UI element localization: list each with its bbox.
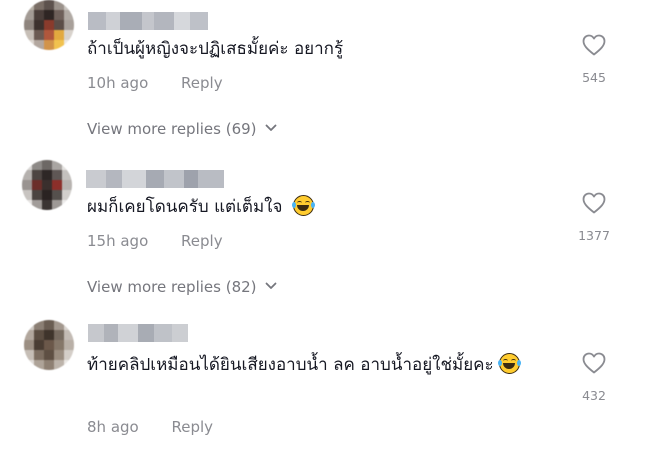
view-more-replies-button[interactable]: View more replies (69) xyxy=(87,120,277,138)
like-button[interactable]: 432 xyxy=(570,352,618,403)
comment-meta: 8h ago Reply xyxy=(87,418,213,436)
avatar[interactable] xyxy=(24,0,74,50)
comment-text: ถ้าเป็นผู้หญิงจะปฏิเสธมั้ยค่ะ อยากรู้ xyxy=(87,34,343,64)
like-count: 545 xyxy=(582,70,606,85)
comment-text: ผมก็เคยโดนครับ แต่เต็มใจ xyxy=(87,192,315,222)
chevron-down-icon[interactable] xyxy=(265,282,277,290)
face-with-tears-of-joy-emoji xyxy=(291,195,315,216)
reply-button[interactable]: Reply xyxy=(181,74,223,92)
heart-outline-icon[interactable] xyxy=(582,192,606,214)
face-with-tears-of-joy-emoji xyxy=(498,353,522,374)
avatar[interactable] xyxy=(24,320,74,370)
like-count: 432 xyxy=(582,388,606,403)
comment-meta: 10h ago Reply xyxy=(87,74,223,92)
view-more-replies-button[interactable]: View more replies (82) xyxy=(87,278,277,296)
username-blurred[interactable] xyxy=(88,12,208,30)
username-blurred[interactable] xyxy=(88,324,188,342)
like-button[interactable]: 545 xyxy=(570,34,618,85)
like-count: 1377 xyxy=(578,228,610,243)
view-more-replies-label[interactable]: View more replies (69) xyxy=(87,120,257,138)
comment-time: 10h ago xyxy=(87,74,149,92)
username-blurred[interactable] xyxy=(86,170,224,188)
comment-text-content: ผมก็เคยโดนครับ แต่เต็มใจ xyxy=(87,197,283,217)
comment-text-content: ท้ายคลิปเหมือนได้ยินเสียงอาบน้ำ ลค อาบน้… xyxy=(87,355,494,375)
comment-meta: 15h ago Reply xyxy=(87,232,223,250)
heart-outline-icon[interactable] xyxy=(582,34,606,56)
comment-text: ท้ายคลิปเหมือนได้ยินเสียงอาบน้ำ ลค อาบน้… xyxy=(87,350,562,380)
like-button[interactable]: 1377 xyxy=(570,192,618,243)
view-more-replies-label[interactable]: View more replies (82) xyxy=(87,278,257,296)
reply-button[interactable]: Reply xyxy=(181,232,223,250)
heart-outline-icon[interactable] xyxy=(582,352,606,374)
reply-button[interactable]: Reply xyxy=(172,418,214,436)
comment-time: 15h ago xyxy=(87,232,149,250)
comment-text-content: ถ้าเป็นผู้หญิงจะปฏิเสธมั้ยค่ะ อยากรู้ xyxy=(87,39,344,59)
chevron-down-icon[interactable] xyxy=(265,124,277,132)
comment-time: 8h ago xyxy=(87,418,139,436)
avatar[interactable] xyxy=(22,160,72,210)
